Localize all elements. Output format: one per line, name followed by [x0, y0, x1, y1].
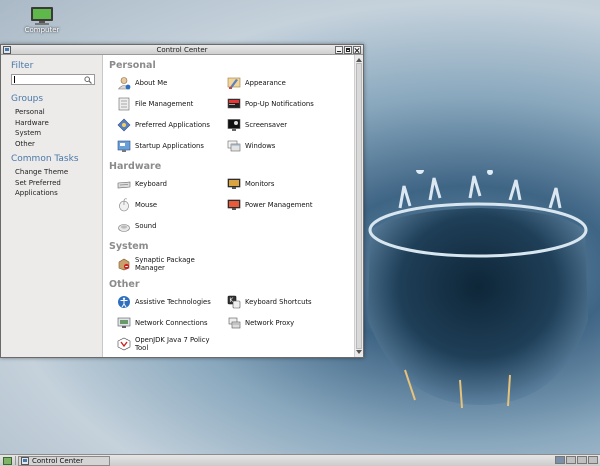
start-menu-button[interactable] [1, 456, 13, 466]
applet-power-management[interactable]: Power Management [219, 195, 339, 215]
applets-panel: Personal About Me Appearance File Manage… [103, 55, 363, 357]
filter-input[interactable] [11, 74, 95, 85]
wallpaper-splash [368, 170, 588, 409]
user-icon [117, 77, 131, 90]
notification-icon [227, 98, 241, 109]
groups-heading: Groups [11, 94, 44, 104]
applet-file-management[interactable]: File Management [109, 94, 219, 114]
applet-sound[interactable]: Sound [109, 216, 219, 236]
group-hardware[interactable]: Hardware [11, 118, 102, 129]
startup-icon [117, 140, 131, 152]
taskbar: Control Center [0, 454, 600, 466]
applet-windows[interactable]: Windows [219, 136, 339, 156]
windows-icon [227, 140, 241, 152]
task-change-theme[interactable]: Change Theme [11, 167, 102, 178]
applet-openjdk-policy-tool[interactable]: OpenJDK Java 7 Policy Tool [109, 334, 219, 354]
task-set-preferred-applications[interactable]: Set Preferred Applications [11, 178, 102, 198]
maximize-button[interactable] [344, 46, 352, 54]
sidebar: Filter Groups Personal Hardware System O… [1, 55, 103, 357]
workspace-3[interactable] [577, 456, 587, 464]
appearance-icon [227, 77, 241, 89]
section-hardware-heading: Hardware [109, 161, 162, 172]
applet-preferred-applications[interactable]: Preferred Applications [109, 115, 219, 135]
package-icon [118, 258, 130, 271]
preferred-apps-icon [117, 118, 131, 132]
common-tasks-heading: Common Tasks [11, 154, 79, 164]
applet-keyboard[interactable]: Keyboard [109, 174, 219, 194]
workspace-2[interactable] [566, 456, 576, 464]
titlebar[interactable]: Control Center [1, 45, 363, 55]
applet-startup-applications[interactable]: Startup Applications [109, 136, 219, 156]
file-management-icon [118, 97, 130, 111]
applet-synaptic-package-manager[interactable]: Synaptic Package Manager [109, 254, 219, 274]
close-button[interactable] [353, 46, 361, 54]
workspace-switcher[interactable] [555, 456, 598, 464]
desktop-computer[interactable]: Computer [18, 6, 66, 34]
vertical-scrollbar[interactable] [354, 55, 363, 357]
minimize-button[interactable] [335, 46, 343, 54]
power-icon [227, 199, 241, 210]
taskbar-item-control-center[interactable]: Control Center [18, 455, 110, 466]
desktop-icon-label: Computer [24, 26, 60, 34]
control-center-window[interactable]: Control Center Filter Groups Personal Ha… [0, 44, 364, 358]
proxy-icon [228, 317, 241, 329]
keyboard-icon [117, 181, 131, 189]
group-personal[interactable]: Personal [11, 107, 102, 118]
accessibility-icon [118, 296, 130, 308]
applet-network-connections[interactable]: Network Connections [109, 313, 219, 333]
applet-appearance[interactable]: Appearance [219, 73, 339, 93]
applet-mouse[interactable]: Mouse [109, 195, 219, 215]
computer-icon [31, 7, 53, 25]
workspace-1[interactable] [555, 456, 565, 464]
sound-icon [118, 224, 130, 232]
screensaver-icon [227, 119, 241, 131]
window-title: Control Center [156, 46, 208, 54]
java-icon [117, 337, 131, 351]
menu-icon [2, 456, 12, 465]
section-system-heading: System [109, 241, 149, 252]
filter-heading: Filter [11, 61, 34, 71]
search-icon[interactable] [84, 76, 92, 84]
network-icon [117, 317, 131, 328]
workspace-4[interactable] [588, 456, 598, 464]
applet-assistive-technologies[interactable]: Assistive Technologies [109, 292, 219, 312]
section-personal-heading: Personal [109, 60, 156, 71]
group-other[interactable]: Other [11, 139, 102, 150]
group-system[interactable]: System [11, 128, 102, 139]
control-center-icon [21, 456, 29, 465]
applet-keyboard-shortcuts[interactable]: K Keyboard Shortcuts [219, 292, 339, 312]
scrollbar-thumb[interactable] [356, 63, 362, 349]
applet-popup-notifications[interactable]: Pop-Up Notifications [219, 94, 339, 114]
applet-network-proxy[interactable]: Network Proxy [219, 313, 339, 333]
scroll-down-arrow-icon[interactable] [356, 350, 362, 354]
applet-about-me[interactable]: About Me [109, 73, 219, 93]
section-other-heading: Other [109, 279, 140, 290]
applet-screensaver[interactable]: Screensaver [219, 115, 339, 135]
monitor-icon [227, 178, 241, 189]
keyboard-shortcuts-icon: K [227, 295, 241, 309]
applet-monitors[interactable]: Monitors [219, 174, 339, 194]
scroll-up-arrow-icon[interactable] [356, 58, 362, 62]
mouse-icon [119, 198, 129, 212]
